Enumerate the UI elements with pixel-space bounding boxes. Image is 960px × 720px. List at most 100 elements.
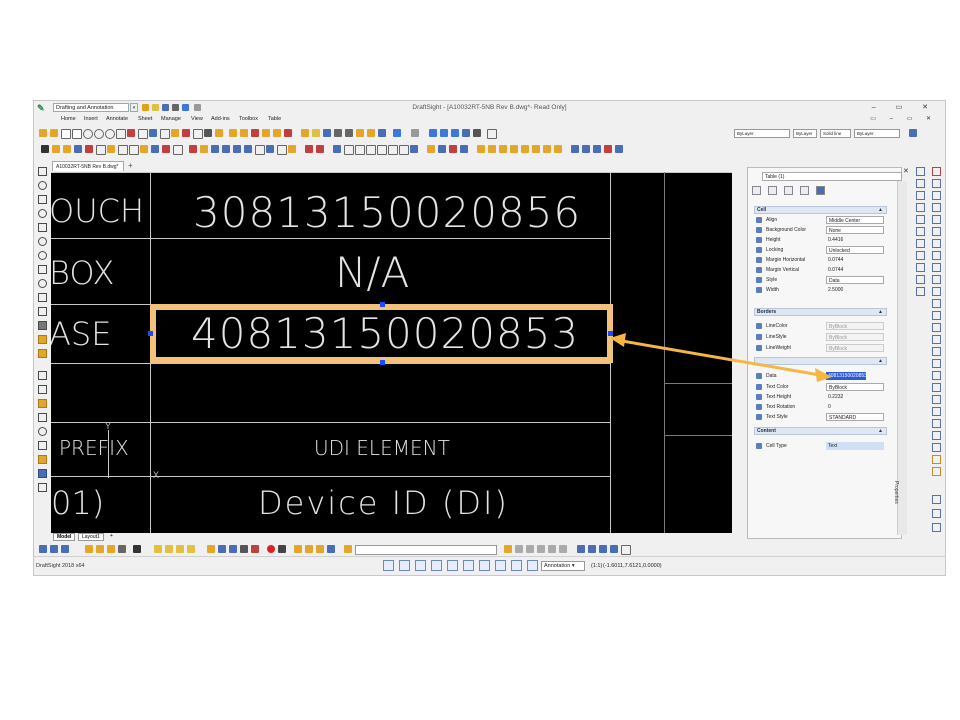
prop-text-height[interactable]: Text Height 0.2232 [754,392,887,402]
new-drawing-icon[interactable] [301,129,309,137]
offset-icon[interactable] [255,145,265,155]
pointer-icon[interactable] [41,145,49,153]
palette-region-icon[interactable] [38,335,47,344]
measure-icon[interactable] [333,145,341,153]
palette-rect-icon[interactable] [38,195,47,204]
block-save-icon[interactable] [499,145,507,153]
justify-text-icon[interactable] [460,145,468,153]
bt-view3-icon[interactable] [176,545,184,553]
tab-model[interactable]: Model [53,533,76,541]
line-icon[interactable] [39,129,47,137]
prop-lineweight[interactable]: LineWeight ByBlock [754,343,887,353]
purge-icon[interactable] [604,145,612,153]
xref-icon[interactable] [521,145,529,153]
cell-device-id[interactable]: Device ID (DI) [258,484,509,522]
dim-style-icon[interactable] [173,145,183,155]
rotate-icon[interactable] [251,129,259,137]
properties-toggle-icon[interactable] [909,129,917,137]
palette-ellipse-icon[interactable] [38,237,47,246]
preview-icon[interactable] [345,129,353,137]
select-objects-icon[interactable] [768,186,777,195]
palette-note-icon[interactable] [38,399,47,408]
view-back-icon[interactable] [355,145,365,155]
array-icon[interactable] [244,145,252,153]
dim-aligned-icon[interactable] [63,145,71,153]
palette-mtext-icon[interactable] [38,385,47,394]
join-lines-right-icon[interactable] [932,523,941,532]
align-right-icon[interactable] [932,495,941,504]
copy-right-icon[interactable] [932,179,941,188]
cell-value-pouch[interactable]: 30813150020856 [193,188,581,237]
linestyle-combo[interactable]: Solid line [820,129,851,138]
view-front-icon[interactable] [344,145,354,155]
explode-icon[interactable] [233,145,241,153]
scale-icon[interactable] [262,129,270,137]
add-sheet-icon[interactable]: + [107,533,116,541]
bt-group-delete-icon[interactable] [251,545,259,553]
view-iso-icon[interactable] [410,145,418,153]
bt-layout-icon[interactable] [39,545,47,553]
zoom-extents-icon[interactable] [916,167,925,176]
mtext-icon[interactable] [427,145,435,153]
tolerance-icon[interactable] [140,145,148,153]
lineweight-combo[interactable]: ByLayer [854,129,900,138]
lineweight-toggle-icon[interactable] [479,560,490,571]
menu-sheet[interactable]: Sheet [138,116,152,122]
zoom-object-icon[interactable] [916,227,925,236]
bt-view2-icon[interactable] [165,545,173,553]
rectangle-icon[interactable] [61,129,71,139]
stretch-right-icon[interactable] [932,275,941,284]
color-combo[interactable]: ByLayer [734,129,790,138]
pattern-right-icon[interactable] [932,215,941,224]
zoom-fit-icon[interactable] [916,203,925,212]
copy-icon[interactable] [240,129,248,137]
undo-toolbar-icon[interactable] [393,129,401,137]
prop-text-color[interactable]: Text Color ByBlock [754,382,887,392]
dimension-icon[interactable] [171,129,179,137]
bt-group-select-icon[interactable] [240,545,248,553]
palette-table-icon[interactable] [38,413,47,422]
table-icon[interactable] [72,129,82,139]
quick-input-toggle-icon[interactable] [527,560,538,571]
linescale-combo[interactable]: ByLayer [793,129,817,138]
bt-ungroup-icon[interactable] [218,545,226,553]
bt-more-icon[interactable] [621,545,631,555]
extend-icon[interactable] [200,145,208,153]
bt-grid-icon[interactable] [96,545,104,553]
view-right-icon[interactable] [377,145,387,155]
fillet-right-icon[interactable] [932,359,941,368]
bt-send-under-icon[interactable] [537,545,545,553]
array-right-icon[interactable] [932,239,941,248]
menu-manage[interactable]: Manage [161,116,181,122]
palette-arc-icon[interactable] [38,209,47,218]
prop-background-color[interactable]: Background Color None [754,225,887,235]
bt-macro-edit-icon[interactable] [327,545,335,553]
tab-layout1[interactable]: Layout1 [78,533,104,541]
cell-value-box[interactable]: N/A [335,248,409,297]
prop-style[interactable]: Style Data [754,275,887,285]
zoom-center-icon[interactable] [916,251,925,260]
move-icon[interactable] [229,129,237,137]
image-icon[interactable] [532,145,540,153]
offset-right-icon[interactable] [932,203,941,212]
zoom-scale-icon[interactable] [916,239,925,248]
snap-toggle-icon[interactable] [383,560,394,571]
erase-right-icon[interactable] [932,167,941,176]
zoom-in-icon[interactable] [916,179,925,188]
pdf-underlay-icon[interactable] [543,145,551,153]
bt-group-edit-icon[interactable] [229,545,237,553]
lengthen-right-icon[interactable] [932,287,941,296]
menu-table[interactable]: Table [268,116,281,122]
scale-right-icon[interactable] [932,263,941,272]
palette-polyline-icon[interactable] [38,223,47,232]
join-right-icon[interactable] [932,335,941,344]
data-value-field[interactable]: 40813150020853 [826,372,866,380]
extend-right-icon[interactable] [932,311,941,320]
layer-state-icon[interactable] [473,129,481,137]
zoom-window-right-icon[interactable] [916,263,925,272]
bt-macro-icon[interactable] [305,545,313,553]
dim-baseline-icon[interactable] [118,145,128,155]
palette-attribute-icon[interactable] [38,483,47,492]
selection-dropdown[interactable]: Table (1) [762,172,902,181]
open-drawing-icon[interactable] [312,129,320,137]
